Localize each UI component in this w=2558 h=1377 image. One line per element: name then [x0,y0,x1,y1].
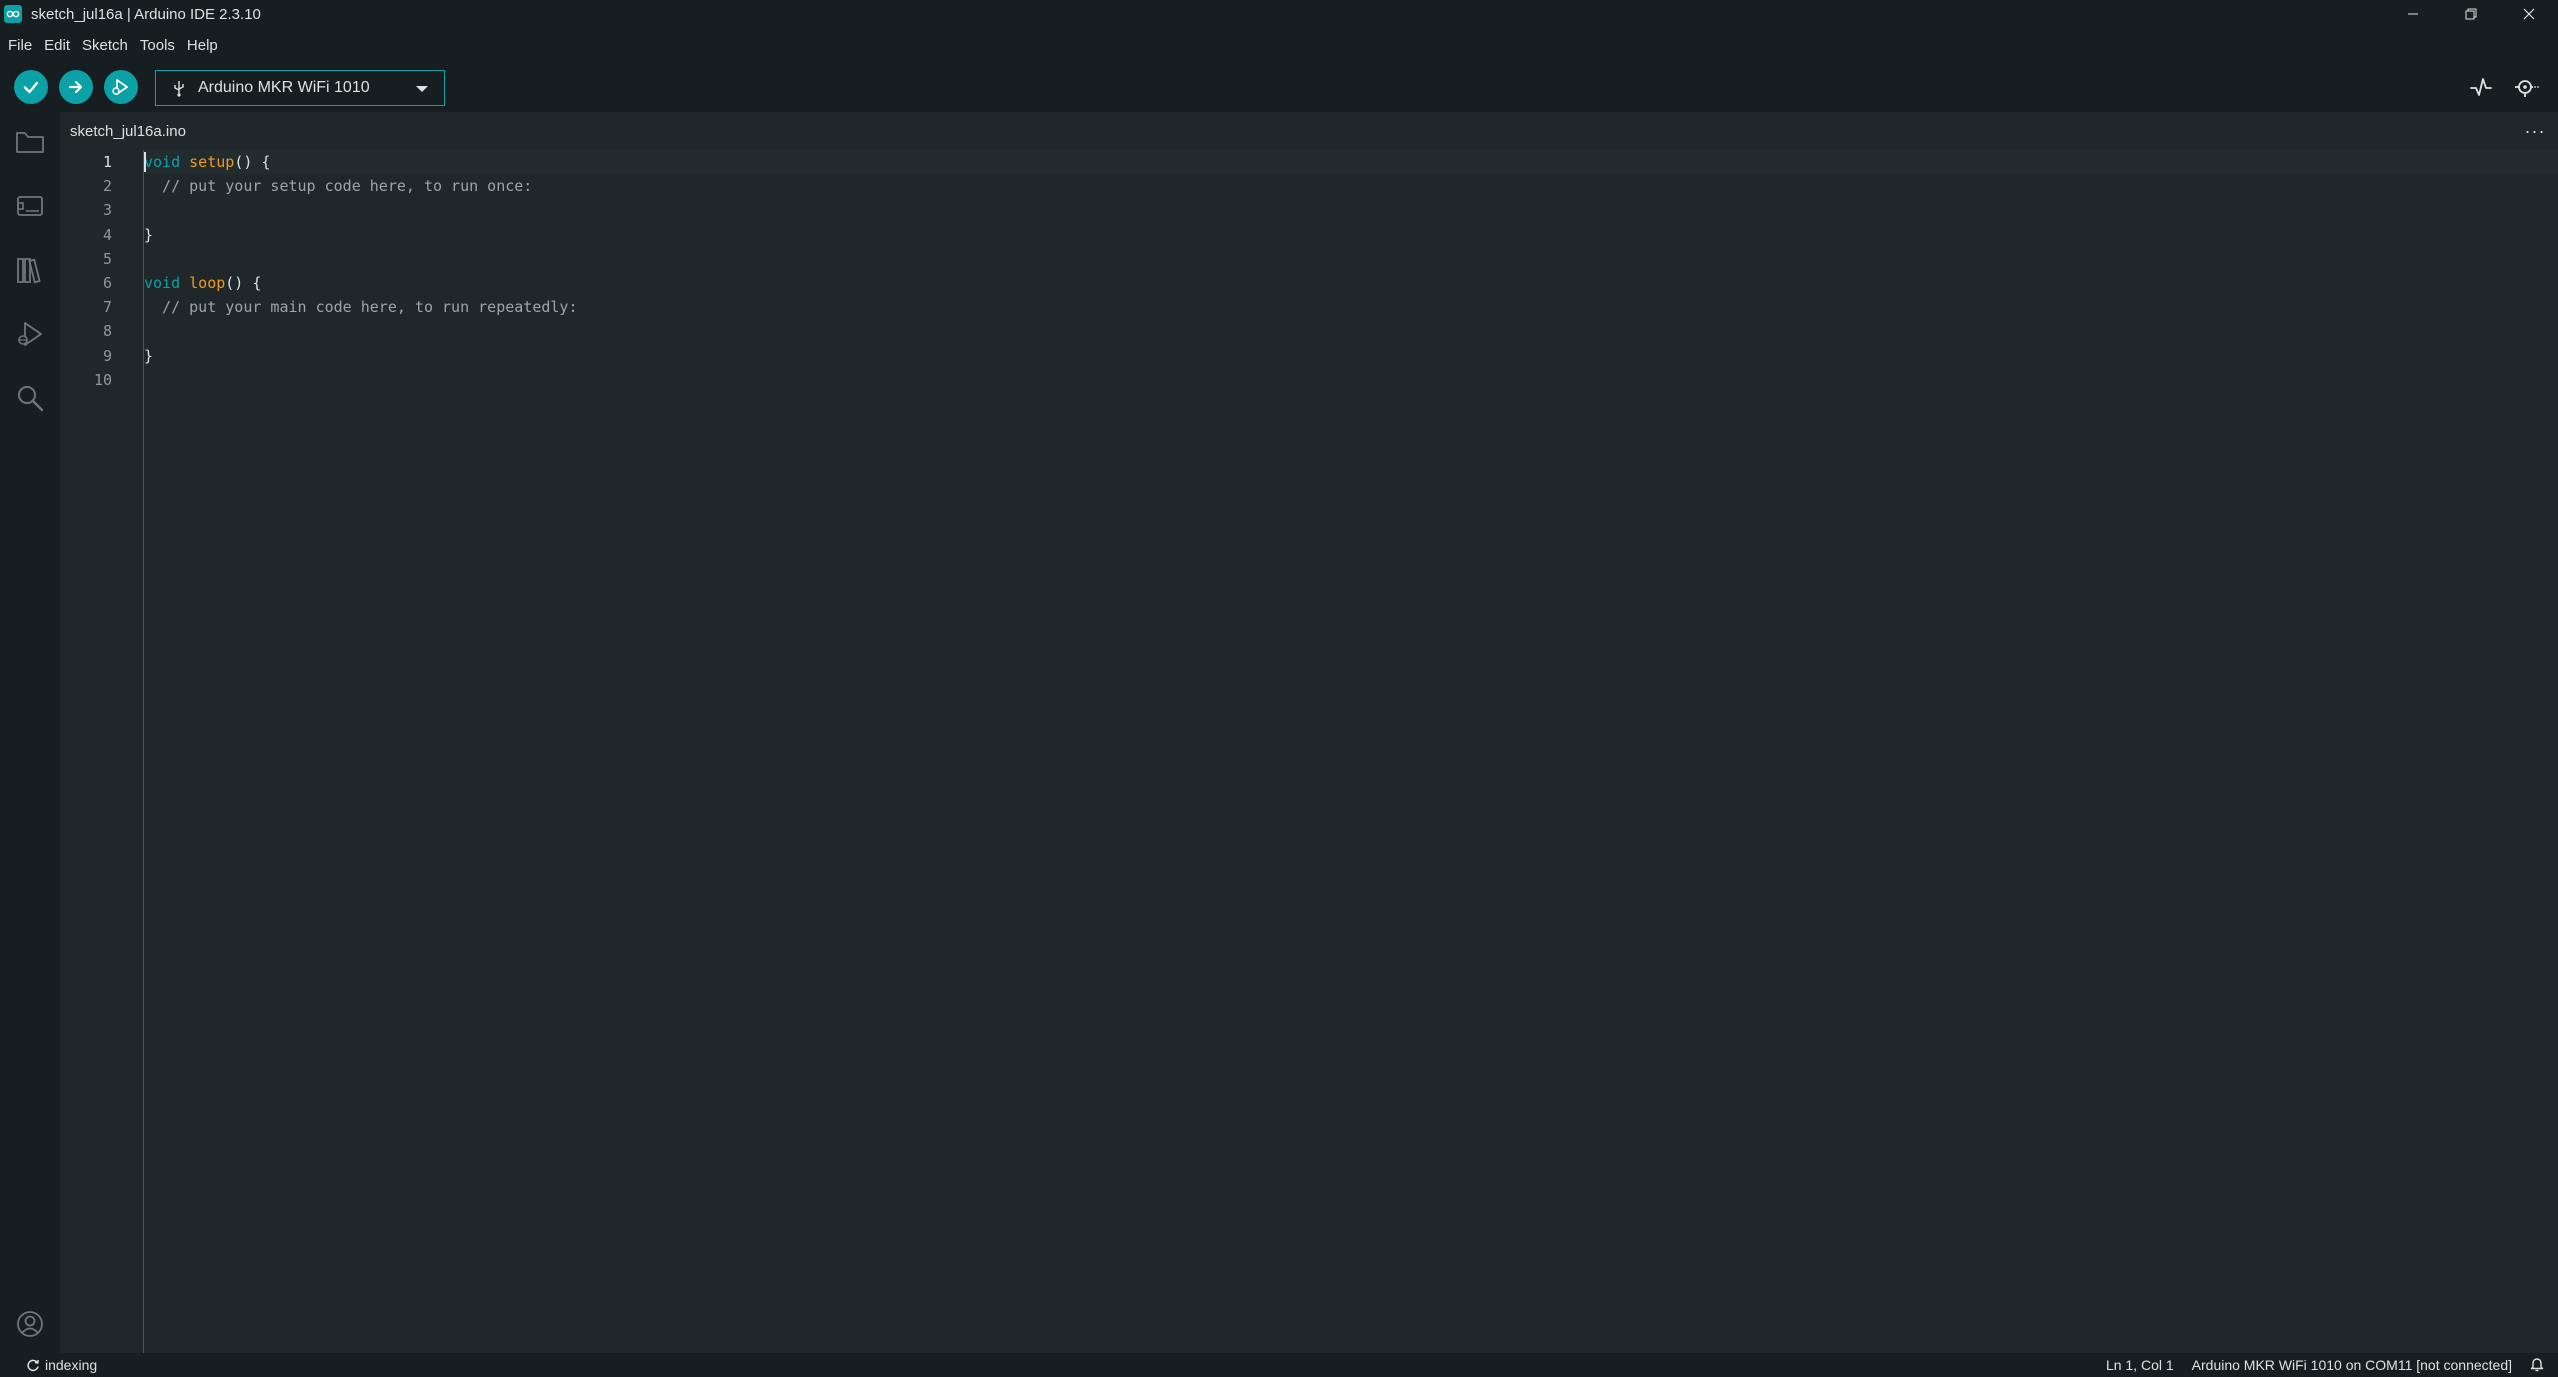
line-code: void loop() { [144,271,261,295]
account-icon [17,1311,43,1337]
code-line[interactable]: 9} [60,344,2558,368]
board-port-status[interactable]: Arduino MKR WiFi 1010 on COM11 [not conn… [2192,1357,2512,1373]
cursor-position[interactable]: Ln 1, Col 1 [2106,1357,2174,1373]
line-code: } [144,344,153,368]
line-number: 5 [102,249,112,268]
code-token: () { [234,153,271,171]
restore-icon [2465,8,2477,20]
arduino-logo-icon [4,5,22,23]
window-controls [2384,0,2558,28]
line-number: 4 [102,225,112,244]
line-code: } [144,223,153,247]
line-number: 10 [93,370,112,389]
text-cursor [144,152,146,172]
indexing-status: indexing [26,1353,97,1377]
library-icon [17,258,41,284]
menu-edit[interactable]: Edit [38,33,76,58]
verify-button[interactable] [14,70,48,104]
line-number: 3 [102,201,112,220]
code-token: } [144,225,154,244]
tab-sketch-file[interactable]: sketch_jul16a.ino [60,112,196,150]
menu-file[interactable]: File [2,33,38,58]
code-token: void [144,153,181,171]
chevron-down-icon [416,86,428,92]
board-icon [17,196,43,216]
code-line[interactable]: 7 // put your main code here, to run rep… [60,295,2558,319]
pulse-icon [2470,78,2492,96]
code-token: void [144,274,181,292]
code-token: } [144,346,154,365]
code-line[interactable]: 4} [60,223,2558,247]
usb-icon [174,81,184,97]
more-actions-icon[interactable]: ··· [2522,120,2548,142]
boards-manager-button[interactable] [14,190,46,222]
window-title: sketch_jul16a | Arduino IDE 2.3.10 [31,5,261,23]
search-icon [18,386,44,412]
code-line[interactable]: 5 [60,247,2558,271]
sync-icon [27,1359,39,1372]
check-icon [23,81,39,94]
account-button[interactable] [14,1308,46,1340]
debug-button[interactable] [104,70,138,104]
debugger-panel-button[interactable] [14,318,46,350]
serial-plotter-button[interactable] [2466,72,2496,102]
notifications-button[interactable] [2530,1356,2544,1375]
board-selector-label: Arduino MKR WiFi 1010 [198,79,370,96]
line-code: void setup() { [144,150,270,174]
indexing-label: indexing [45,1357,98,1373]
menu-help[interactable]: Help [181,33,224,58]
code-token: setup [189,153,235,171]
code-editor[interactable]: 1 void setup() {2 // put your setup code … [60,150,2558,1353]
line-number: 9 [102,346,112,365]
close-button[interactable] [2500,0,2558,28]
current-line-highlight [145,150,2558,174]
status-bar: indexing Ln 1, Col 1 Arduino MKR WiFi 10… [0,1353,2558,1377]
code-line[interactable]: 8 [60,319,2558,343]
code-token: // put your main code here, to run repea… [144,298,578,317]
search-button[interactable] [14,382,46,414]
toolbar: Arduino MKR WiFi 1010 [0,62,2558,112]
code-token: // put your setup code here, to run once… [144,177,533,196]
status-right: Ln 1, Col 1 Arduino MKR WiFi 1010 on COM… [2088,1353,2544,1377]
close-icon [2523,8,2535,20]
serial-monitor-icon [2515,80,2539,97]
upload-button[interactable] [59,70,93,104]
minimize-button[interactable] [2384,0,2442,28]
code-line[interactable]: 10 [60,368,2558,392]
line-code: // put your main code here, to run repea… [144,295,577,319]
code-line[interactable]: 1 void setup() { [60,150,2558,174]
menu-sketch[interactable]: Sketch [76,33,134,58]
bell-icon [2530,1357,2544,1371]
menu-bar: File Edit Sketch Tools Help [0,28,2558,62]
arrow-right-icon [68,80,83,94]
code-line[interactable]: 2 // put your setup code here, to run on… [60,174,2558,198]
restore-button[interactable] [2442,0,2500,28]
line-number: 7 [102,298,112,317]
folder-icon [16,132,44,153]
menu-tools[interactable]: Tools [134,33,181,58]
code-line[interactable]: 6 void loop() { [60,271,2558,295]
board-selector[interactable]: Arduino MKR WiFi 1010 [155,70,445,106]
line-number: 6 [102,274,112,292]
line-number: 8 [102,322,112,341]
sketchbook-button[interactable] [14,126,46,158]
code-token: () { [225,274,262,292]
debug-icon [18,322,42,346]
line-number: 2 [102,177,112,196]
activity-bar [0,112,60,1353]
code-line[interactable]: 3 [60,198,2558,222]
code-token: loop [189,274,226,292]
debugger-icon [112,79,128,95]
serial-monitor-button[interactable] [2512,72,2542,102]
line-code: // put your setup code here, to run once… [144,174,532,198]
editor-tab-bar: sketch_jul16a.ino ··· [60,112,2558,150]
library-manager-button[interactable] [14,254,46,286]
minimize-icon [2408,13,2418,15]
line-number: 1 [102,153,112,171]
title-bar: sketch_jul16a | Arduino IDE 2.3.10 [0,0,2558,28]
